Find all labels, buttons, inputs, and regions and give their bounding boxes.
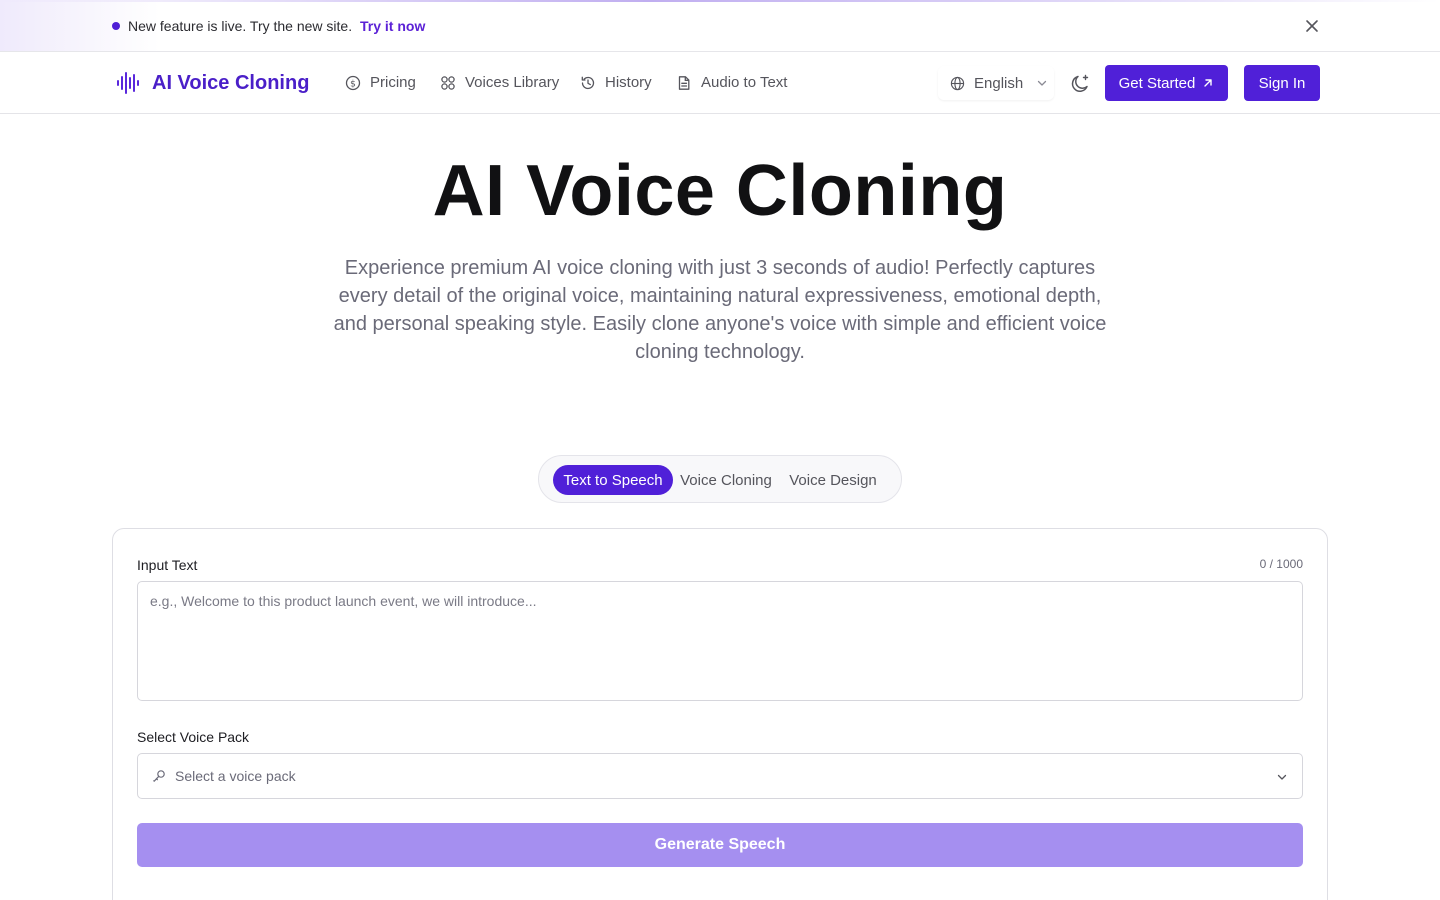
input-text-field[interactable] (137, 581, 1303, 701)
chevron-down-icon (1038, 80, 1047, 86)
hero-subtitle: Experience premium AI voice cloning with… (333, 257, 1107, 363)
chevron-down-icon (1277, 774, 1287, 780)
logo-text[interactable]: AI Voice Cloning (152, 71, 309, 95)
get-started-button[interactable]: Get Started (1105, 65, 1228, 101)
voice-pack-select[interactable]: Select a voice pack (137, 753, 1303, 799)
nav-voices-library-label: Voices Library (465, 74, 560, 91)
dollar-circle-icon: $ (345, 75, 361, 91)
nav-audio-to-text-label: Audio to Text (701, 74, 788, 91)
grid-icon (441, 76, 455, 90)
history-icon (581, 76, 595, 90)
page-title: AI Voice Cloning (432, 151, 1008, 231)
nav-pricing-label: Pricing (370, 74, 416, 91)
character-counter: 0 / 1000 (1259, 557, 1303, 571)
mode-tabs: Text to Speech Voice Cloning Voice Desig… (538, 455, 902, 503)
arrow-up-right-icon (1204, 79, 1213, 87)
tab-voice-design[interactable]: Voice Design (779, 465, 887, 495)
language-label: English (974, 74, 1024, 92)
theme-toggle-moon-icon[interactable] (1068, 72, 1092, 96)
banner-text: New feature is live. Try the new site. (128, 18, 353, 34)
tab-text-to-speech[interactable]: Text to Speech (553, 465, 673, 495)
microphone-icon (153, 770, 165, 782)
svg-text:$: $ (350, 79, 356, 89)
sign-in-button[interactable]: Sign In (1244, 65, 1320, 101)
announcement-banner: New feature is live. Try the new site. T… (0, 0, 1440, 52)
status-dot (112, 22, 120, 30)
language-select[interactable]: English (938, 66, 1054, 100)
nav-voices-library[interactable]: Voices Library (440, 73, 559, 93)
nav-history-label: History (605, 74, 652, 91)
document-icon (678, 76, 690, 90)
nav-pricing[interactable]: $ Pricing (345, 73, 416, 93)
nav-history[interactable]: History (580, 73, 652, 93)
generate-speech-button[interactable]: Generate Speech (137, 823, 1303, 867)
voice-pack-placeholder: Select a voice pack (175, 768, 296, 784)
waveform-logo-icon[interactable] (116, 71, 140, 95)
close-icon[interactable] (1302, 16, 1322, 36)
navbar: AI Voice Cloning $ Pricing Voices Librar… (0, 53, 1440, 114)
get-started-label: Get Started (1118, 74, 1196, 92)
tts-form-card: Input Text 0 / 1000 Select Voice Pack Se… (112, 528, 1328, 900)
voice-pack-label: Select Voice Pack (137, 729, 250, 745)
nav-audio-to-text[interactable]: Audio to Text (676, 73, 787, 93)
tab-voice-cloning[interactable]: Voice Cloning (673, 465, 779, 495)
input-text-label: Input Text (137, 557, 198, 573)
globe-icon (950, 76, 965, 90)
try-it-now-link[interactable]: Try it now (360, 17, 425, 35)
